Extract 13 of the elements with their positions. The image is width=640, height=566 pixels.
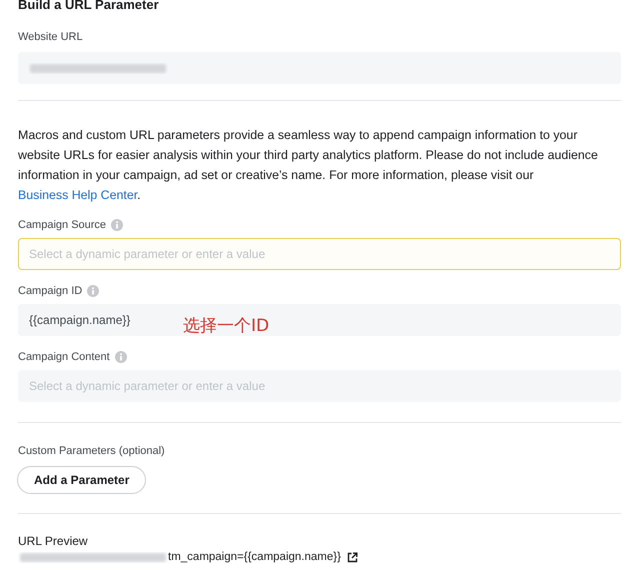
description-text: Macros and custom URL parameters provide a seamless way to append campaign information to your website URLs for easier analysis within your third party analytics platform. Please do not include audience information in your campaign, ad set or creative’s name. For more information, please visit our Business Help Center. xyxy=(18,127,599,204)
input-field[interactable] xyxy=(18,52,621,84)
help-link[interactable]: Business Help Center xyxy=(18,188,138,202)
external-link-icon[interactable] xyxy=(346,552,358,562)
annotation-text: 选择一个ID xyxy=(183,315,270,337)
field-label: Website URL xyxy=(18,31,84,45)
field-label: Campaign Content xyxy=(18,351,110,363)
field-label: Campaign Source xyxy=(18,219,106,231)
field-label: Campaign ID xyxy=(18,285,82,297)
url-preview-text: tm_campaign={{campaign.name}} xyxy=(168,551,341,563)
section-label: URL Preview xyxy=(18,534,89,550)
add-parameter-button[interactable]: Add a Parameter xyxy=(17,466,146,494)
section-label: Custom Parameters (optional) xyxy=(18,445,166,459)
